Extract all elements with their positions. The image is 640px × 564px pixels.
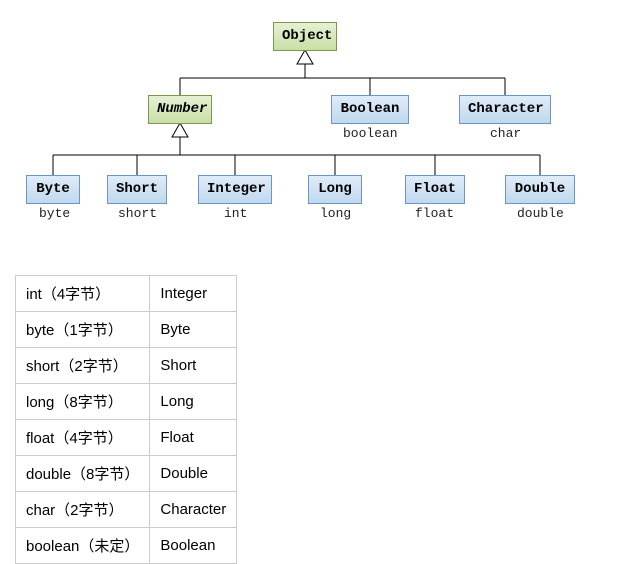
- class-node-boolean: Boolean: [331, 95, 409, 124]
- table-row: byte（1字节） Byte: [16, 312, 237, 348]
- primitive-label-int: int: [224, 206, 247, 221]
- primitive-label-double: double: [517, 206, 564, 221]
- wrapper-cell: Float: [150, 420, 237, 456]
- primitive-cell: int（4字节）: [16, 276, 150, 312]
- primitive-cell: byte（1字节）: [16, 312, 150, 348]
- wrapper-cell: Boolean: [150, 528, 237, 564]
- class-node-integer: Integer: [198, 175, 272, 204]
- primitive-cell: double（8字节）: [16, 456, 150, 492]
- wrapper-cell: Long: [150, 384, 237, 420]
- table-row: short（2字节） Short: [16, 348, 237, 384]
- class-node-double: Double: [505, 175, 575, 204]
- primitive-cell: char（2字节）: [16, 492, 150, 528]
- class-node-float: Float: [405, 175, 465, 204]
- class-node-number: Number: [148, 95, 212, 124]
- wrapper-cell: Integer: [150, 276, 237, 312]
- table-row: boolean（未定） Boolean: [16, 528, 237, 564]
- wrapper-cell: Character: [150, 492, 237, 528]
- primitive-wrapper-table: int（4字节） Integer byte（1字节） Byte short（2字…: [15, 275, 237, 564]
- table-row: double（8字节） Double: [16, 456, 237, 492]
- class-node-long: Long: [308, 175, 362, 204]
- primitive-label-short: short: [118, 206, 157, 221]
- class-hierarchy-diagram: Object Number Boolean boolean Character …: [15, 10, 615, 265]
- wrapper-cell: Double: [150, 456, 237, 492]
- class-node-byte: Byte: [26, 175, 80, 204]
- class-node-character: Character: [459, 95, 551, 124]
- class-node-object: Object: [273, 22, 337, 51]
- primitive-label-byte: byte: [39, 206, 70, 221]
- primitive-cell: float（4字节）: [16, 420, 150, 456]
- wrapper-cell: Short: [150, 348, 237, 384]
- primitive-label-char: char: [490, 126, 521, 141]
- table-row: int（4字节） Integer: [16, 276, 237, 312]
- primitive-cell: long（8字节）: [16, 384, 150, 420]
- primitive-label-float: float: [415, 206, 454, 221]
- table-row: char（2字节） Character: [16, 492, 237, 528]
- primitive-cell: short（2字节）: [16, 348, 150, 384]
- wrapper-cell: Byte: [150, 312, 237, 348]
- primitive-cell: boolean（未定）: [16, 528, 150, 564]
- primitive-wrapper-table-wrap: int（4字节） Integer byte（1字节） Byte short（2字…: [15, 275, 640, 564]
- primitive-label-long: long: [320, 206, 351, 221]
- primitive-label-boolean: boolean: [343, 126, 398, 141]
- table-row: long（8字节） Long: [16, 384, 237, 420]
- class-node-short: Short: [107, 175, 167, 204]
- table-row: float（4字节） Float: [16, 420, 237, 456]
